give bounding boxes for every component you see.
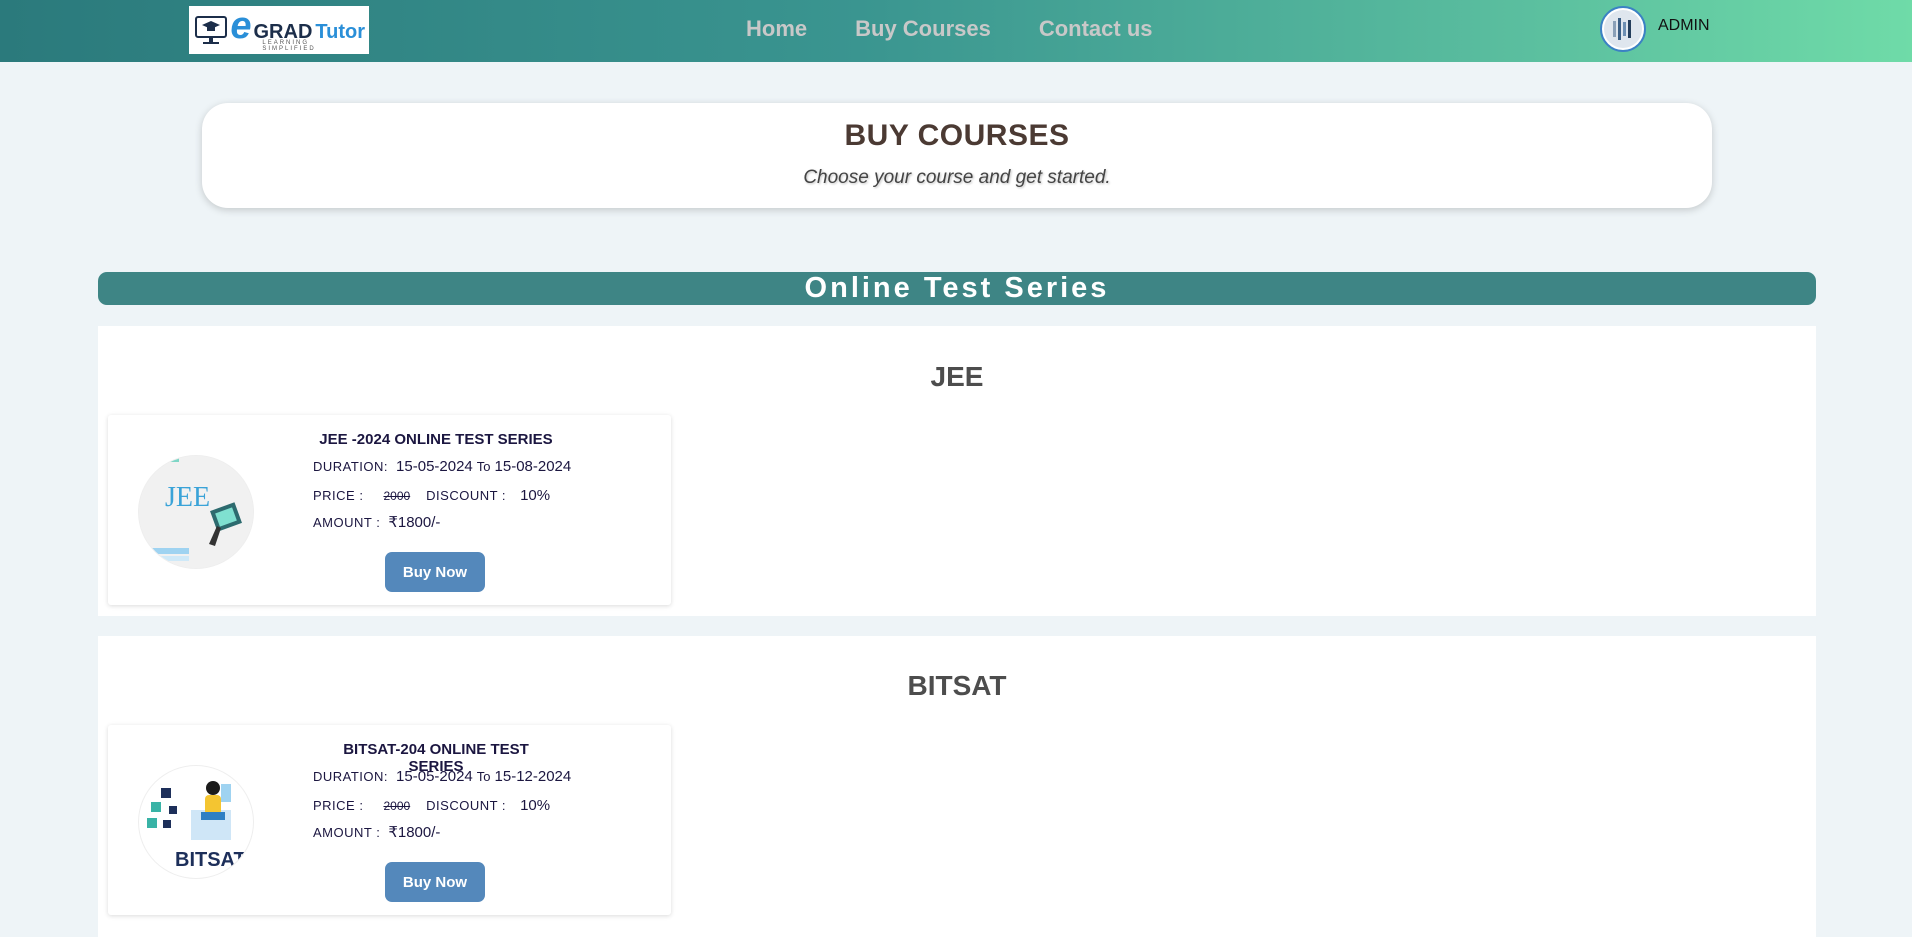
amount-value: ₹1800/- (388, 514, 441, 531)
duration-to: To (476, 459, 491, 474)
logo-wordmark: e GRAD Tutor LEARNING SIMPLIFIED (230, 4, 365, 52)
original-price: 2000 (383, 799, 411, 813)
price-label: PRICE : (313, 488, 364, 503)
duration-end: 15-08-2024 (494, 458, 572, 475)
duration-label: DURATION: (313, 459, 389, 474)
duration-start: 15-05-2024 (396, 768, 473, 785)
logo-tagline: LEARNING SIMPLIFIED (262, 39, 316, 52)
discount-label: DISCOUNT : (426, 488, 507, 503)
course-card: BITSAT BITSAT-204 ONLINE TEST SERIES DUR… (108, 725, 671, 915)
course-thumbnail-bitsat: BITSAT (138, 765, 254, 879)
section-banner-online-test-series: Online Test Series (98, 272, 1816, 305)
nav-home[interactable]: Home (746, 16, 807, 42)
logo-e: e (230, 4, 252, 47)
egradtutor-logo[interactable]: e GRAD Tutor LEARNING SIMPLIFIED (189, 6, 369, 54)
buy-courses-header-card: BUY COURSES Choose your course and get s… (202, 103, 1712, 208)
amount-label: AMOUNT : (313, 515, 381, 530)
duration-to: To (476, 769, 491, 784)
course-price-row: PRICE : 2000 DISCOUNT : 10% (313, 797, 550, 814)
category-panel-bitsat: BITSAT BITSAT BITSAT-204 ONLINE TEST SER… (98, 636, 1816, 937)
original-price: 2000 (383, 489, 411, 503)
course-card: JEE JEE -2024 ONLINE TEST SERIES DURATIO… (108, 415, 671, 605)
course-title: JEE -2024 ONLINE TEST SERIES (319, 431, 553, 448)
course-duration-row: DURATION: 15-05-2024 To 15-12-2024 (313, 768, 571, 785)
duration-end: 15-12-2024 (494, 768, 572, 785)
monitor-graduation-cap-icon (193, 12, 228, 48)
page-title: BUY COURSES (844, 119, 1070, 152)
nav-contact-us[interactable]: Contact us (1039, 16, 1153, 42)
course-amount-row: AMOUNT : ₹1800/- (313, 513, 440, 531)
amount-label: AMOUNT : (313, 825, 381, 840)
buy-now-button[interactable]: Buy Now (385, 552, 485, 592)
thumb-text-jee: JEE (165, 482, 210, 513)
course-price-row: PRICE : 2000 DISCOUNT : 10% (313, 487, 550, 504)
avatar-image-icon (1604, 10, 1642, 48)
main-nav: Home Buy Courses Contact us (746, 16, 1153, 42)
duration-label: DURATION: (313, 769, 389, 784)
amount-value: ₹1800/- (388, 824, 441, 841)
discount-value: 10% (520, 797, 551, 814)
price-label: PRICE : (313, 798, 364, 813)
page-subtitle: Choose your course and get started. (803, 167, 1111, 188)
course-thumbnail-jee: JEE (138, 455, 254, 569)
discount-label: DISCOUNT : (426, 798, 507, 813)
user-avatar[interactable] (1600, 6, 1646, 52)
course-duration-row: DURATION: 15-05-2024 To 15-08-2024 (313, 458, 571, 475)
top-navbar: e GRAD Tutor LEARNING SIMPLIFIED Home Bu… (0, 0, 1912, 62)
duration-start: 15-05-2024 (396, 458, 473, 475)
category-panel-jee: JEE JEE JEE -2024 ONLINE TEST SERIES DUR… (98, 326, 1816, 616)
category-title: JEE (930, 361, 984, 392)
buy-now-button[interactable]: Buy Now (385, 862, 485, 902)
thumb-text-bitsat: BITSAT (175, 849, 246, 871)
user-name-label[interactable]: ADMIN (1658, 17, 1710, 35)
discount-value: 10% (520, 487, 551, 504)
nav-buy-courses[interactable]: Buy Courses (855, 16, 991, 42)
category-title: BITSAT (907, 670, 1007, 701)
course-amount-row: AMOUNT : ₹1800/- (313, 823, 440, 841)
